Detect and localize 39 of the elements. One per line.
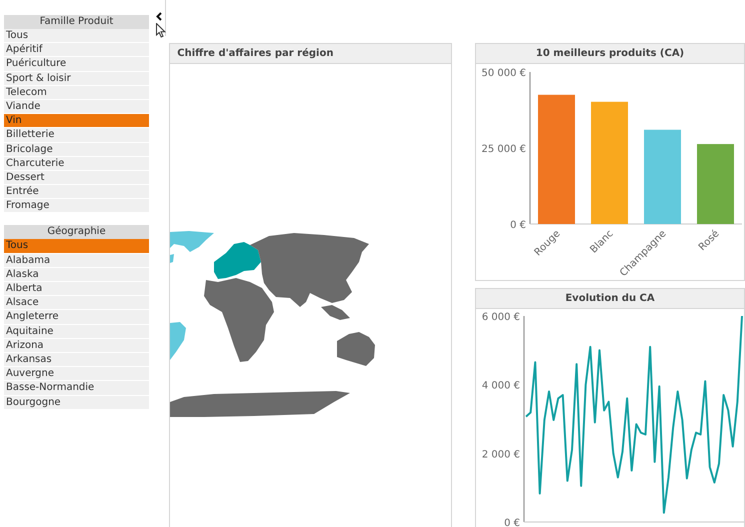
axis-tick-label: 6 000 € <box>482 312 520 323</box>
list-item[interactable]: Fromage <box>4 199 149 214</box>
list-item[interactable]: Entrée <box>4 185 149 200</box>
list-item[interactable]: Aquitaine <box>4 324 149 339</box>
list-item[interactable]: Billetterie <box>4 128 149 142</box>
list-item[interactable]: Bourgogne <box>4 396 149 410</box>
axis-tick-label: 0 € <box>510 220 526 231</box>
list-item[interactable]: Dessert <box>4 170 149 186</box>
list-item[interactable]: Viande <box>4 100 149 114</box>
list-item[interactable]: Angleterre <box>4 310 149 325</box>
list-header: Géographie <box>4 225 149 240</box>
list-item[interactable]: Alberta <box>4 282 149 296</box>
list-item[interactable]: Basse-Normandie <box>4 381 149 396</box>
list-header: Famille Produit <box>4 15 149 29</box>
list-item[interactable]: Puériculture <box>4 57 149 72</box>
panel-header: 10 meilleurs produits (CA) <box>476 44 744 64</box>
list-item[interactable]: Tous <box>4 29 149 44</box>
list-item[interactable]: Auvergne <box>4 367 149 382</box>
list-item[interactable]: Charcuterie <box>4 156 149 171</box>
list-item[interactable]: Alsace <box>4 296 149 310</box>
axis-tick-label: 4 000 € <box>482 380 520 392</box>
list-item[interactable]: Alabama <box>4 254 149 268</box>
axis-tick-label: 50 000 € <box>481 68 526 79</box>
axis-tick-label: 0 € <box>504 518 520 527</box>
panel-header: Chiffre d'affaires par région <box>170 44 451 64</box>
list-item[interactable]: Alaska <box>4 268 149 282</box>
list-item[interactable]: Tous <box>4 239 149 254</box>
list-item[interactable]: Arkansas <box>4 352 149 368</box>
panel-header: Evolution du CA <box>476 289 744 309</box>
list-item[interactable]: Bricolage <box>4 142 149 157</box>
list-item[interactable]: Telecom <box>4 86 149 100</box>
cursor-icon <box>156 23 166 38</box>
axis-tick-label: 25 000 € <box>481 144 526 155</box>
list-item[interactable]: Arizona <box>4 338 149 353</box>
axis-tick-label: 2 000 € <box>482 449 520 460</box>
list-item[interactable]: Sport & loisir <box>4 72 149 86</box>
collapse-chevron-icon[interactable] <box>156 12 162 21</box>
list-item[interactable]: Apéritif <box>4 43 149 58</box>
list-item[interactable]: Vin <box>4 114 149 128</box>
